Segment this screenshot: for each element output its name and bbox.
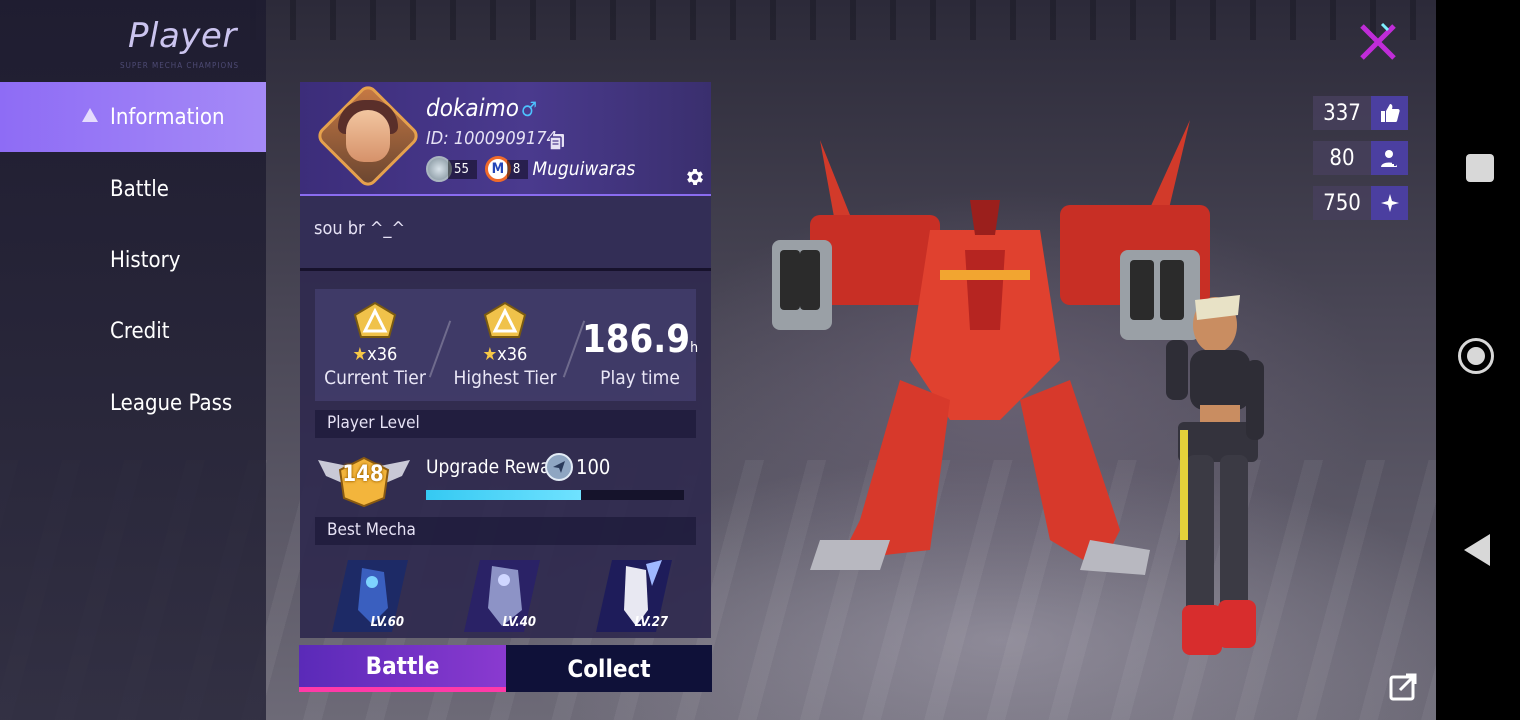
- bio-box: sou br ^_^: [300, 196, 711, 271]
- close-icon[interactable]: [1356, 20, 1400, 64]
- best-mecha-label: Best Mecha: [327, 520, 416, 540]
- stat-current-tier[interactable]: ★x36 Current Tier: [315, 289, 435, 401]
- tab-label: Collect: [567, 654, 651, 683]
- menu-item-league-pass[interactable]: League Pass: [0, 368, 266, 438]
- gear-icon[interactable]: [684, 166, 706, 188]
- menu-item-label: Information: [110, 104, 225, 130]
- recents-button[interactable]: [1466, 154, 1494, 182]
- current-tier-label: Current Tier: [324, 367, 426, 389]
- user-id: ID: 1000909174: [426, 128, 557, 149]
- menu-item-label: Credit: [110, 318, 170, 344]
- profile-header: dokaimo ♂ ID: 1000909174 55 M 8 Muguiwara…: [300, 82, 711, 196]
- gender-male-icon: ♂: [520, 97, 538, 121]
- bio-text: sou br ^_^: [314, 218, 406, 239]
- menu-item-credit[interactable]: Credit: [0, 296, 266, 366]
- xp-progress-bar: [426, 490, 684, 500]
- play-time-label: Play time: [600, 367, 680, 389]
- guild-badge-count: 8: [506, 159, 529, 179]
- menu-item-information[interactable]: Information: [0, 82, 266, 152]
- system-nav-bar: [1436, 0, 1520, 720]
- share-icon[interactable]: [1388, 672, 1418, 702]
- home-button[interactable]: [1458, 338, 1494, 374]
- followers-counter[interactable]: 80: [1313, 141, 1408, 175]
- player-level-header: Player Level: [315, 410, 696, 438]
- play-time-number: 186.9: [581, 317, 691, 361]
- thumbs-up-icon: [1371, 96, 1408, 130]
- xp-progress-fill: [426, 490, 581, 500]
- username: dokaimo ♂: [426, 94, 537, 122]
- back-button[interactable]: [1464, 534, 1490, 566]
- copy-icon[interactable]: [550, 134, 564, 150]
- stage-truss: [250, 0, 1436, 40]
- tab-label: Battle: [365, 652, 440, 680]
- profile-card: dokaimo ♂ ID: 1000909174 55 M 8 Muguiwara…: [300, 82, 711, 638]
- sparkle-icon: [1371, 186, 1408, 220]
- highest-tier-star-count: x36: [497, 344, 528, 365]
- mecha-level: LV.27: [634, 615, 668, 630]
- mecha-level: LV.40: [502, 615, 536, 630]
- mecha-level: LV.60: [370, 615, 404, 630]
- tab-battle[interactable]: Battle: [299, 645, 506, 692]
- coin-icon: [545, 453, 573, 481]
- rank-badge-count: 55: [448, 159, 477, 179]
- stat-highest-tier[interactable]: ★x36 Highest Tier: [445, 289, 565, 401]
- best-mecha-card[interactable]: LV.60: [332, 558, 408, 632]
- play-time-unit: h: [690, 340, 699, 356]
- tier-emblem-icon: [353, 301, 397, 338]
- stats-panel: ★x36 Current Tier ★x36 Highest Tier 186.…: [315, 289, 698, 401]
- upgrade-reward-value: 100: [576, 455, 611, 479]
- menu-item-history[interactable]: History: [0, 225, 266, 295]
- likes-count: 337: [1313, 96, 1371, 130]
- followers-count: 80: [1313, 141, 1371, 175]
- menu-item-label: League Pass: [110, 390, 233, 416]
- play-time-value: 186.9h: [580, 317, 700, 361]
- tier-emblem-icon: [483, 301, 527, 338]
- sparkle-counter[interactable]: 750: [1313, 186, 1408, 220]
- page-subtitle: SUPER MECHA CHAMPIONS: [120, 61, 240, 70]
- best-mecha-header: Best Mecha: [315, 517, 696, 545]
- username-text: dokaimo: [426, 94, 519, 122]
- active-indicator-icon: [82, 108, 98, 122]
- star-icon: ★: [482, 344, 498, 365]
- badge-row: 55 M 8 Muguiwaras: [426, 156, 635, 182]
- current-tier-star-count: x36: [367, 344, 398, 365]
- player-level-number: 148: [342, 462, 384, 487]
- player-level-label: Player Level: [327, 413, 420, 433]
- follower-icon: [1371, 141, 1408, 175]
- best-mecha-card[interactable]: LV.27: [596, 558, 672, 632]
- guild-name[interactable]: Muguiwaras: [532, 158, 635, 180]
- highest-tier-stars: ★x36: [445, 344, 565, 365]
- page-title: Player: [128, 16, 237, 56]
- highest-tier-label: Highest Tier: [453, 367, 557, 389]
- stat-play-time: 186.9h Play time: [580, 289, 700, 401]
- best-mecha-card[interactable]: LV.40: [464, 558, 540, 632]
- menu-item-label: History: [110, 247, 181, 273]
- sidebar: Player SUPER MECHA CHAMPIONS Information…: [0, 0, 266, 720]
- current-tier-stars: ★x36: [315, 344, 435, 365]
- tab-collect[interactable]: Collect: [506, 645, 712, 692]
- star-icon: ★: [352, 344, 368, 365]
- menu-item-label: Battle: [110, 176, 169, 202]
- menu-item-battle[interactable]: Battle: [0, 154, 266, 224]
- avatar: [346, 110, 390, 162]
- likes-counter[interactable]: 337: [1313, 96, 1408, 130]
- sparkle-count: 750: [1313, 186, 1371, 220]
